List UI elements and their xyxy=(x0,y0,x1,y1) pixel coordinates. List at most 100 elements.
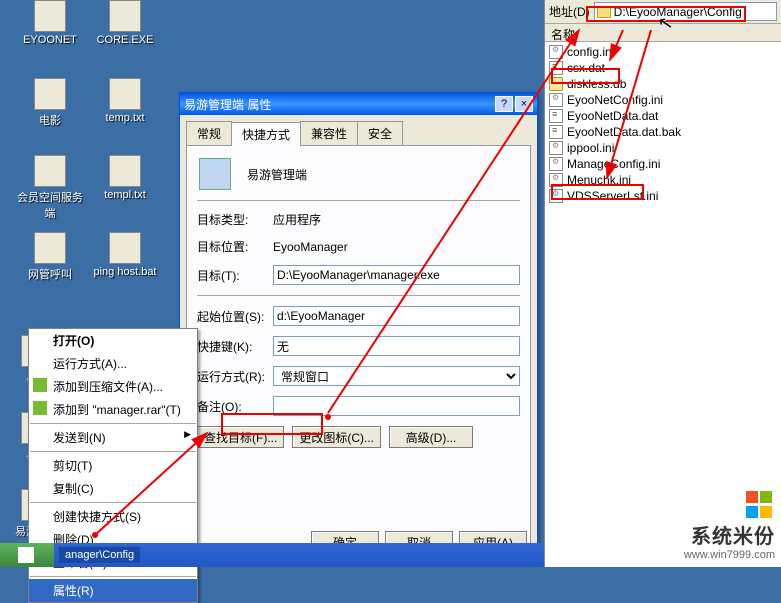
address-path: D:\EyooManager\Config xyxy=(614,5,742,19)
desktop-icon[interactable]: temp.txt xyxy=(90,78,160,124)
folder-icon xyxy=(597,6,611,18)
file-icon xyxy=(109,232,141,264)
file-icon xyxy=(34,0,66,32)
watermark-url: www.win7999.com xyxy=(684,549,775,561)
file-item[interactable]: ippool.ini xyxy=(547,140,779,156)
rar-icon xyxy=(33,378,47,392)
desktop-icon[interactable]: 电影 xyxy=(15,78,85,128)
ctx-properties[interactable]: 属性(R) xyxy=(29,579,197,602)
watermark-title: 系统米份 xyxy=(684,520,775,549)
find-target-button[interactable]: 查找目标(F)... xyxy=(197,426,284,448)
ctx-sendto[interactable]: 发送到(N) xyxy=(29,426,197,449)
tab-compat[interactable]: 兼容性 xyxy=(300,121,358,145)
taskbar-item[interactable]: anager\Config xyxy=(58,546,141,564)
file-type-icon xyxy=(549,125,563,139)
watermark: 系统米份 www.win7999.com xyxy=(684,490,775,561)
file-item[interactable]: VDSServerLst.ini xyxy=(547,188,779,204)
label-target-type: 目标类型: xyxy=(197,211,273,228)
tab-shortcut[interactable]: 快捷方式 xyxy=(231,122,301,146)
startin-input[interactable] xyxy=(273,306,520,326)
logo-icon xyxy=(745,490,775,520)
file-icon xyxy=(34,78,66,110)
desktop-icon[interactable]: ping host.bat xyxy=(90,232,160,278)
dialog-title: 易游管理端 属性 xyxy=(184,96,493,113)
address-bar: 地址(D) D:\EyooManager\Config xyxy=(545,0,781,24)
close-button[interactable]: × xyxy=(515,96,533,112)
label-startin: 起始位置(S): xyxy=(197,308,273,325)
titlebar[interactable]: 易游管理端 属性 ? × xyxy=(180,93,537,115)
icon-label: EYOONET xyxy=(15,34,85,46)
label-key: 快捷键(K): xyxy=(197,338,273,355)
run-select[interactable]: 常规窗口 xyxy=(273,366,520,386)
icon-label: temp.txt xyxy=(90,112,160,124)
file-type-icon xyxy=(549,109,563,123)
file-item[interactable]: ManageConfig.ini xyxy=(547,156,779,172)
ctx-copy[interactable]: 复制(C) xyxy=(29,477,197,500)
file-list: config.ini csx.datdiskless.dbEyooNetConfi… xyxy=(545,42,781,206)
ctx-rar-addto[interactable]: 添加到 "manager.rar"(T) xyxy=(29,398,197,421)
target-input[interactable] xyxy=(273,265,520,285)
ctx-open[interactable]: 打开(O) xyxy=(29,329,197,352)
desktop-icon[interactable]: 会员空间服务端 xyxy=(15,155,85,221)
file-item[interactable]: EyooNetConfig.ini xyxy=(547,92,779,108)
icon-label: 网管呼叫 xyxy=(15,266,85,282)
address-box[interactable]: D:\EyooManager\Config xyxy=(594,2,777,21)
tab-security[interactable]: 安全 xyxy=(357,121,403,145)
ctx-runas[interactable]: 运行方式(A)... xyxy=(29,352,197,375)
file-icon xyxy=(109,0,141,32)
file-type-icon xyxy=(549,45,563,59)
value-target-type: 应用程序 xyxy=(273,211,520,228)
icon-label: templ.txt xyxy=(90,189,160,201)
file-type-icon xyxy=(549,93,563,107)
file-name: config.ini xyxy=(567,45,614,59)
file-icon xyxy=(34,155,66,187)
desktop-icon[interactable]: 网管呼叫 xyxy=(15,232,85,282)
file-item[interactable]: EyooNetData.dat xyxy=(547,108,779,124)
comment-input[interactable] xyxy=(273,396,520,416)
ctx-rar-add[interactable]: 添加到压缩文件(A)... xyxy=(29,375,197,398)
desktop-icon[interactable]: CORE.EXE xyxy=(90,0,160,46)
shortcutkey-input[interactable] xyxy=(273,336,520,356)
desktop-icon[interactable]: EYOONET xyxy=(15,0,85,46)
file-type-icon xyxy=(549,77,563,91)
windows-flag-icon xyxy=(18,547,34,563)
icon-label: 电影 xyxy=(15,112,85,128)
file-item[interactable]: EyooNetData.dat.bak xyxy=(547,124,779,140)
file-icon xyxy=(34,232,66,264)
file-icon xyxy=(109,155,141,187)
change-icon-button[interactable]: 更改图标(C)... xyxy=(292,426,381,448)
file-type-icon xyxy=(549,189,563,203)
ctx-cut[interactable]: 剪切(T) xyxy=(29,454,197,477)
file-name: EyooNetData.dat xyxy=(567,109,658,123)
file-item[interactable]: config.ini xyxy=(547,44,779,60)
help-button[interactable]: ? xyxy=(495,96,513,112)
tabs: 常规 快捷方式 兼容性 安全 xyxy=(180,115,537,145)
value-target-loc: EyooManager xyxy=(273,240,520,254)
properties-dialog: 易游管理端 属性 ? × 常规 快捷方式 兼容性 安全 易游管理端 目标类型:应… xyxy=(179,92,538,562)
icon-label: CORE.EXE xyxy=(90,34,160,46)
file-name: ManageConfig.ini xyxy=(567,157,660,171)
app-name: 易游管理端 xyxy=(247,166,307,183)
file-item[interactable]: Menuchk.ini xyxy=(547,172,779,188)
desktop-icon[interactable]: templ.txt xyxy=(90,155,160,201)
column-header-name[interactable]: 名称 xyxy=(545,24,781,42)
icon-label: 会员空间服务端 xyxy=(15,189,85,221)
start-button[interactable] xyxy=(0,543,54,567)
tab-general[interactable]: 常规 xyxy=(186,121,232,145)
file-item[interactable]: diskless.db xyxy=(547,76,779,92)
address-label: 地址(D) xyxy=(549,3,590,20)
ctx-shortcut[interactable]: 创建快捷方式(S) xyxy=(29,505,197,528)
file-name: VDSServerLst.ini xyxy=(567,189,658,203)
file-icon xyxy=(109,78,141,110)
file-type-icon xyxy=(549,157,563,171)
icon-label: ping host.bat xyxy=(90,266,160,278)
file-name: csx.dat xyxy=(567,61,605,75)
label-comment: 备注(O): xyxy=(197,398,273,415)
file-type-icon xyxy=(549,61,563,75)
app-icon xyxy=(199,158,231,190)
advanced-button[interactable]: 高级(D)... xyxy=(389,426,473,448)
file-item[interactable]: csx.dat xyxy=(547,60,779,76)
label-target: 目标(T): xyxy=(197,267,273,284)
file-type-icon xyxy=(549,173,563,187)
label-run: 运行方式(R): xyxy=(197,368,273,385)
